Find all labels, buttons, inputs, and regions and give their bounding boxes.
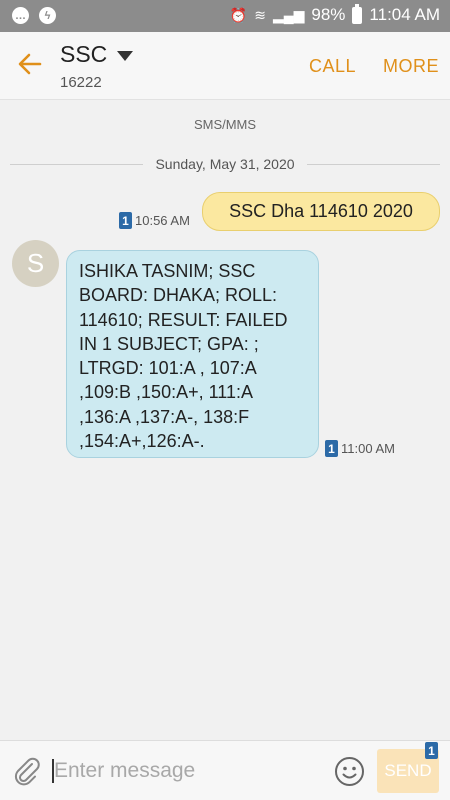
sim-badge: 1 — [119, 212, 132, 229]
sim-badge: 1 — [425, 742, 438, 759]
contact-name: SSC — [60, 41, 108, 67]
app-bar: SSC 16222 CALL MORE — [0, 32, 450, 100]
contact-title[interactable]: SSC — [60, 41, 134, 68]
battery-level: 98% — [311, 5, 346, 24]
incoming-message-meta: 1 11:00 AM — [325, 440, 395, 457]
notification-icons: … ϟ — [12, 7, 56, 24]
wifi-icon: ≋ — [254, 6, 266, 23]
chevron-down-icon — [117, 50, 134, 61]
date-divider: Sunday, May 31, 2020 — [10, 154, 440, 174]
call-button[interactable]: CALL — [309, 56, 356, 77]
clock: 11:04 AM — [369, 5, 440, 24]
sim-badge: 1 — [325, 440, 338, 457]
incoming-message-bubble[interactable]: ISHIKA TASNIM; SSC BOARD: DHAKA; ROLL: 1… — [66, 250, 319, 458]
messenger-notification-icon: ϟ — [39, 7, 56, 24]
battery-icon — [352, 3, 363, 24]
more-button[interactable]: MORE — [383, 56, 439, 77]
signal-icon: ▂▄▆ — [272, 6, 305, 23]
date-label: Sunday, May 31, 2020 — [155, 156, 295, 172]
outgoing-message-meta: 1 10:56 AM — [119, 212, 190, 229]
status-bar: … ϟ ⏰ ≋ ▂▄▆ 98% 11:04 AM — [0, 0, 450, 32]
outgoing-message-bubble[interactable]: SSC Dha 114610 2020 — [202, 192, 440, 231]
message-time: 11:00 AM — [341, 441, 395, 456]
attachment-icon[interactable] — [12, 756, 42, 786]
message-input[interactable] — [54, 757, 324, 785]
message-type-label: SMS/MMS — [193, 117, 257, 132]
divider-line — [306, 163, 440, 165]
avatar[interactable]: S — [12, 240, 59, 287]
back-arrow-icon[interactable] — [16, 50, 44, 78]
chat-notification-icon: … — [12, 7, 29, 24]
contact-number: 16222 — [60, 74, 102, 91]
message-time: 10:56 AM — [135, 213, 190, 228]
status-indicators: ⏰ ≋ ▂▄▆ 98% 11:04 AM — [229, 3, 440, 25]
alarm-icon: ⏰ — [229, 6, 248, 23]
divider-line — [10, 163, 144, 165]
emoji-icon[interactable] — [334, 756, 365, 787]
